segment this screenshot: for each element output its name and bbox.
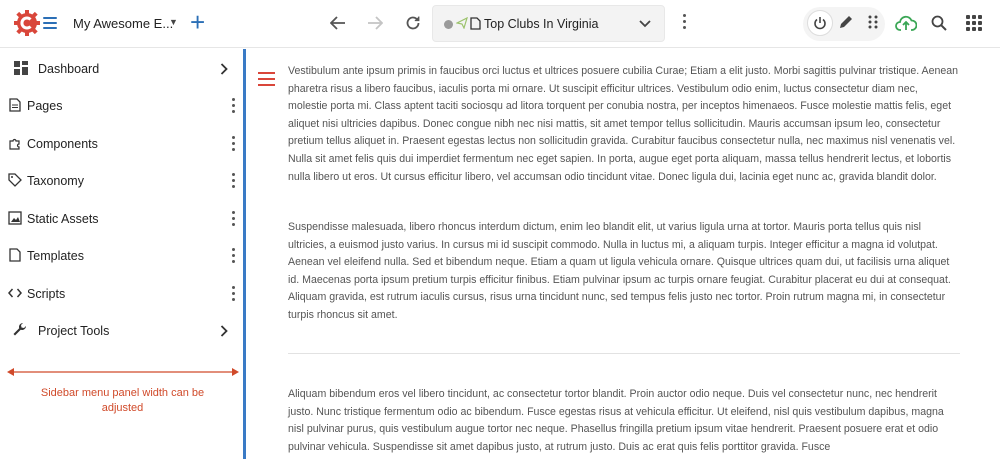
page-icon xyxy=(9,98,21,112)
content-paragraph: Vestibulum ante ipsum primis in faucibus… xyxy=(288,65,959,183)
main-content: Vestibulum ante ipsum primis in faucibus… xyxy=(246,49,1000,459)
puzzle-icon xyxy=(9,138,20,150)
sidebar-item-scripts[interactable]: Scripts xyxy=(0,276,243,313)
content-paragraph: Suspendisse malesuada, libero rhoncus in… xyxy=(288,221,951,321)
block-menu-icon[interactable] xyxy=(258,72,275,86)
sidebar-item-label: Static Assets xyxy=(27,212,99,226)
sidebar-item-pages[interactable]: Pages xyxy=(0,88,243,125)
page-selector[interactable]: Top Clubs In Virginia xyxy=(432,5,665,42)
caret-down-icon[interactable]: ▼ xyxy=(169,17,178,27)
chevron-down-icon[interactable] xyxy=(639,18,651,28)
more-options-icon[interactable] xyxy=(230,98,236,116)
app-logo[interactable] xyxy=(14,10,40,36)
code-icon xyxy=(8,288,22,298)
more-options-icon[interactable] xyxy=(230,211,236,229)
sidebar-item-static-assets[interactable]: Static Assets xyxy=(0,201,243,238)
sidebar-item-dashboard[interactable]: Dashboard xyxy=(0,51,243,88)
sidebar-item-components[interactable]: Components xyxy=(0,126,243,163)
more-options-icon[interactable] xyxy=(681,14,687,34)
sidebar-item-label: Templates xyxy=(27,249,84,263)
sidebar-item-label: Taxonomy xyxy=(27,174,84,188)
resize-arrow-icon xyxy=(7,368,239,376)
sidebar-item-project-tools[interactable]: Project Tools xyxy=(0,313,243,350)
chevron-right-icon[interactable] xyxy=(220,325,228,337)
more-options-icon[interactable] xyxy=(230,136,236,154)
add-icon[interactable]: + xyxy=(190,9,205,35)
search-icon[interactable] xyxy=(931,15,947,31)
sidebar-item-label: Pages xyxy=(27,99,63,113)
wrench-icon xyxy=(13,322,27,336)
status-dot-icon xyxy=(444,20,453,29)
chevron-right-icon[interactable] xyxy=(220,63,228,75)
document-icon xyxy=(9,248,21,262)
section-divider xyxy=(288,353,960,354)
refresh-icon[interactable] xyxy=(402,12,424,34)
image-icon xyxy=(8,211,22,225)
sidebar-item-label: Scripts xyxy=(27,287,66,301)
cloud-upload-icon[interactable] xyxy=(895,14,917,32)
top-bar: My Awesome E... ▼ + Top Clubs In Virgini… xyxy=(0,0,1000,48)
document-icon xyxy=(470,17,481,30)
more-options-icon[interactable] xyxy=(230,248,236,266)
sidebar-item-label: Components xyxy=(27,137,98,151)
sidebar-item-label: Dashboard xyxy=(38,62,100,76)
menu-toggle-icon[interactable] xyxy=(43,17,57,29)
dashboard-icon xyxy=(14,61,28,75)
forward-arrow-icon[interactable] xyxy=(364,12,386,34)
back-arrow-icon[interactable] xyxy=(327,12,349,34)
apps-grid-icon[interactable] xyxy=(966,15,982,31)
tag-icon xyxy=(8,173,22,187)
power-icon[interactable] xyxy=(807,10,833,36)
sidebar-item-taxonomy[interactable]: Taxonomy xyxy=(0,163,243,200)
more-options-icon[interactable] xyxy=(230,286,236,304)
project-selector[interactable]: My Awesome E... xyxy=(73,16,173,31)
pencil-icon[interactable] xyxy=(838,14,854,30)
content-paragraph: Aliquam bibendum eros vel libero tincidu… xyxy=(288,388,944,453)
send-icon xyxy=(456,17,468,29)
sidebar-item-label: Project Tools xyxy=(38,324,110,338)
page-title: Top Clubs In Virginia xyxy=(484,17,599,31)
resize-annotation: Sidebar menu panel width can be adjusted xyxy=(40,387,205,414)
more-options-icon[interactable] xyxy=(230,173,236,191)
drag-handle-icon[interactable] xyxy=(868,15,878,29)
sidebar-item-templates[interactable]: Templates xyxy=(0,238,243,275)
